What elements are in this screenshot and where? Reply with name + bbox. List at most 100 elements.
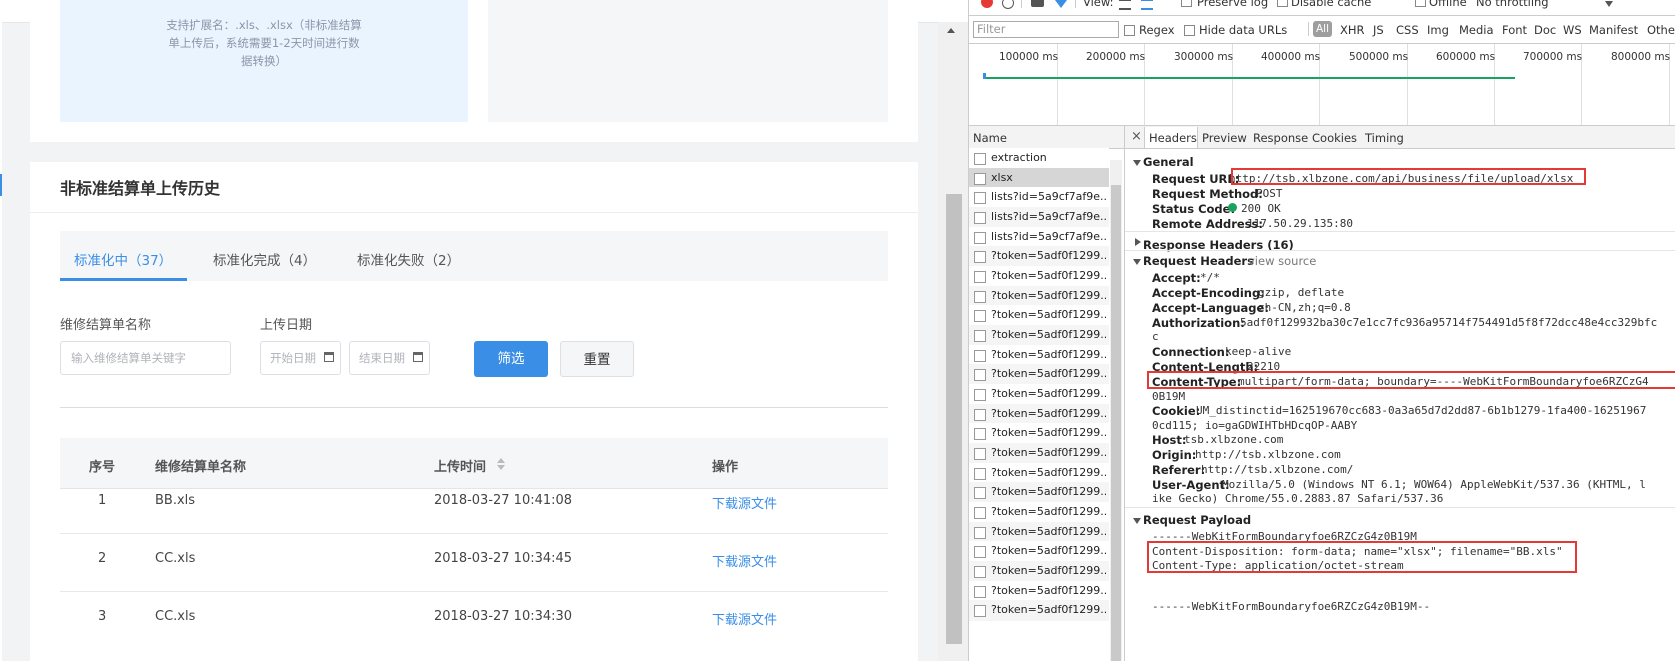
request-row[interactable]: ?token=5adf0f1299... (969, 561, 1109, 582)
request-type-icon (974, 369, 986, 381)
request-row[interactable]: ?token=5adf0f1299... (969, 423, 1109, 444)
scroll-up-arrow-icon[interactable] (947, 28, 955, 33)
throttling-select[interactable]: No throttling (1476, 0, 1549, 9)
close-icon[interactable]: × (1131, 129, 1142, 144)
tab-response[interactable]: Response (1253, 131, 1308, 145)
header-value: Mozilla/5.0 (Windows NT 6.1; WOW64) Appl… (1222, 478, 1646, 491)
request-row[interactable]: ?token=5adf0f1299... (969, 600, 1109, 621)
request-type-icon (974, 153, 986, 165)
type-filter-xhr[interactable]: XHR (1340, 23, 1365, 37)
end-date-input[interactable]: 结束日期 (349, 341, 430, 375)
name-search-placeholder: 输入维修结算单关键字 (71, 351, 186, 365)
tab-standardizing[interactable]: 标准化中（37） (74, 249, 172, 269)
chevron-down-icon[interactable] (1605, 1, 1613, 7)
filter-button[interactable]: 筛选 (474, 341, 548, 377)
request-row[interactable]: ?token=5adf0f1299... (969, 443, 1109, 464)
download-source-link[interactable]: 下载源文件 (712, 493, 777, 512)
scrollbar-thumb[interactable] (946, 194, 962, 644)
request-row[interactable]: ?token=5adf0f1299... (969, 502, 1109, 523)
tab-timing[interactable]: Timing (1365, 131, 1404, 145)
request-row[interactable]: ?token=5adf0f1299... (969, 384, 1109, 405)
timeline-activity-bar (983, 77, 1515, 79)
filter-input[interactable]: Filter (973, 21, 1119, 38)
request-row[interactable]: lists?id=5a9cf7af9e... (969, 207, 1109, 228)
header-key: Request URL: (1152, 172, 1240, 186)
type-filter-all[interactable]: All (1313, 21, 1332, 37)
request-row[interactable]: ?token=5adf0f1299... (969, 404, 1109, 425)
request-row[interactable]: ?token=5adf0f1299... (969, 482, 1109, 503)
request-row[interactable]: ?token=5adf0f1299... (969, 522, 1109, 543)
sort-ascending-icon[interactable] (497, 458, 505, 463)
request-type-icon (974, 251, 986, 263)
request-type-icon (974, 527, 986, 539)
type-filter-other[interactable]: Other (1647, 23, 1675, 37)
request-name: ?token=5adf0f1299... (991, 466, 1106, 479)
regex-checkbox[interactable] (1124, 25, 1135, 36)
type-filter-font[interactable]: Font (1502, 23, 1527, 37)
request-row[interactable]: ?token=5adf0f1299... (969, 345, 1109, 366)
header-value: tsb.xlbzone.com (1184, 433, 1284, 446)
header-key: Origin: (1152, 448, 1197, 462)
request-row-selected[interactable]: xlsx (969, 168, 1109, 189)
collapse-general-icon[interactable] (1133, 160, 1141, 166)
request-row[interactable]: ?token=5adf0f1299... (969, 463, 1109, 484)
download-source-link[interactable]: 下载源文件 (712, 551, 777, 570)
calendar-icon (413, 352, 423, 362)
waterfall-view-icon[interactable] (1141, 0, 1153, 10)
request-name: ?token=5adf0f1299... (991, 584, 1106, 597)
request-row[interactable]: lists?id=5a9cf7af9e... (969, 227, 1109, 248)
type-filter-media[interactable]: Media (1459, 23, 1494, 37)
request-row[interactable]: ?token=5adf0f1299... (969, 266, 1109, 287)
general-section-title[interactable]: General (1143, 155, 1194, 169)
request-row[interactable]: lists?id=5a9cf7af9e... (969, 187, 1109, 208)
camera-icon[interactable] (1031, 0, 1044, 7)
request-headers-title[interactable]: Request Headers (1143, 254, 1254, 268)
hide-data-urls-checkbox[interactable] (1184, 25, 1195, 36)
tab-failed[interactable]: 标准化失败（2） (357, 249, 460, 269)
start-date-input[interactable]: 开始日期 (260, 341, 341, 375)
request-row[interactable]: ?token=5adf0f1299... (969, 541, 1109, 562)
request-payload-title[interactable]: Request Payload (1143, 513, 1251, 527)
reset-button[interactable]: 重置 (560, 341, 634, 377)
request-row[interactable]: ?token=5adf0f1299... (969, 246, 1109, 267)
request-type-icon (974, 232, 986, 244)
record-icon[interactable] (981, 0, 993, 8)
request-row[interactable]: ?token=5adf0f1299... (969, 364, 1109, 385)
collapse-request-headers-icon[interactable] (1133, 259, 1141, 265)
request-row[interactable]: ?token=5adf0f1299... (969, 305, 1109, 326)
sort-descending-icon[interactable] (497, 465, 505, 470)
tab-headers[interactable]: Headers (1149, 131, 1197, 145)
header-key: Cookie: (1152, 404, 1201, 418)
type-filter-ws[interactable]: WS (1563, 23, 1582, 37)
download-source-link[interactable]: 下载源文件 (712, 609, 777, 628)
row-file-name: CC.xls (155, 551, 196, 566)
type-filter-css[interactable]: CSS (1396, 23, 1419, 37)
type-filter-js[interactable]: JS (1373, 23, 1384, 37)
clear-icon[interactable] (1002, 0, 1014, 9)
request-type-icon (974, 291, 986, 303)
tab-standardized[interactable]: 标准化完成（4） (213, 249, 316, 269)
offline-checkbox[interactable] (1415, 0, 1426, 7)
disable-cache-checkbox[interactable] (1277, 0, 1288, 7)
tab-cookies[interactable]: Cookies (1312, 131, 1357, 145)
panel-splitter[interactable] (1124, 126, 1125, 661)
filter-funnel-icon[interactable] (1055, 0, 1067, 8)
scrollbar-thumb[interactable] (1111, 185, 1121, 661)
date-field-label: 上传日期 (260, 318, 313, 333)
type-filter-doc[interactable]: Doc (1534, 23, 1556, 37)
row-index: 2 (98, 551, 107, 566)
expand-response-headers-icon[interactable] (1135, 238, 1141, 246)
request-row[interactable]: ?token=5adf0f1299... (969, 325, 1109, 346)
tab-preview[interactable]: Preview (1202, 131, 1247, 145)
request-row[interactable]: ?token=5adf0f1299... (969, 286, 1109, 307)
name-search-input[interactable]: 输入维修结算单关键字 (60, 341, 231, 375)
preserve-log-checkbox[interactable] (1181, 0, 1192, 7)
offline-label: Offline (1429, 0, 1467, 9)
type-filter-manifest[interactable]: Manifest (1589, 23, 1638, 37)
list-view-icon[interactable] (1119, 0, 1131, 10)
request-row[interactable]: ?token=5adf0f1299... (969, 581, 1109, 602)
type-filter-img[interactable]: Img (1427, 23, 1449, 37)
request-row[interactable]: extraction (969, 148, 1109, 169)
collapse-payload-icon[interactable] (1133, 518, 1141, 524)
view-source-link[interactable]: view source (1248, 254, 1316, 268)
